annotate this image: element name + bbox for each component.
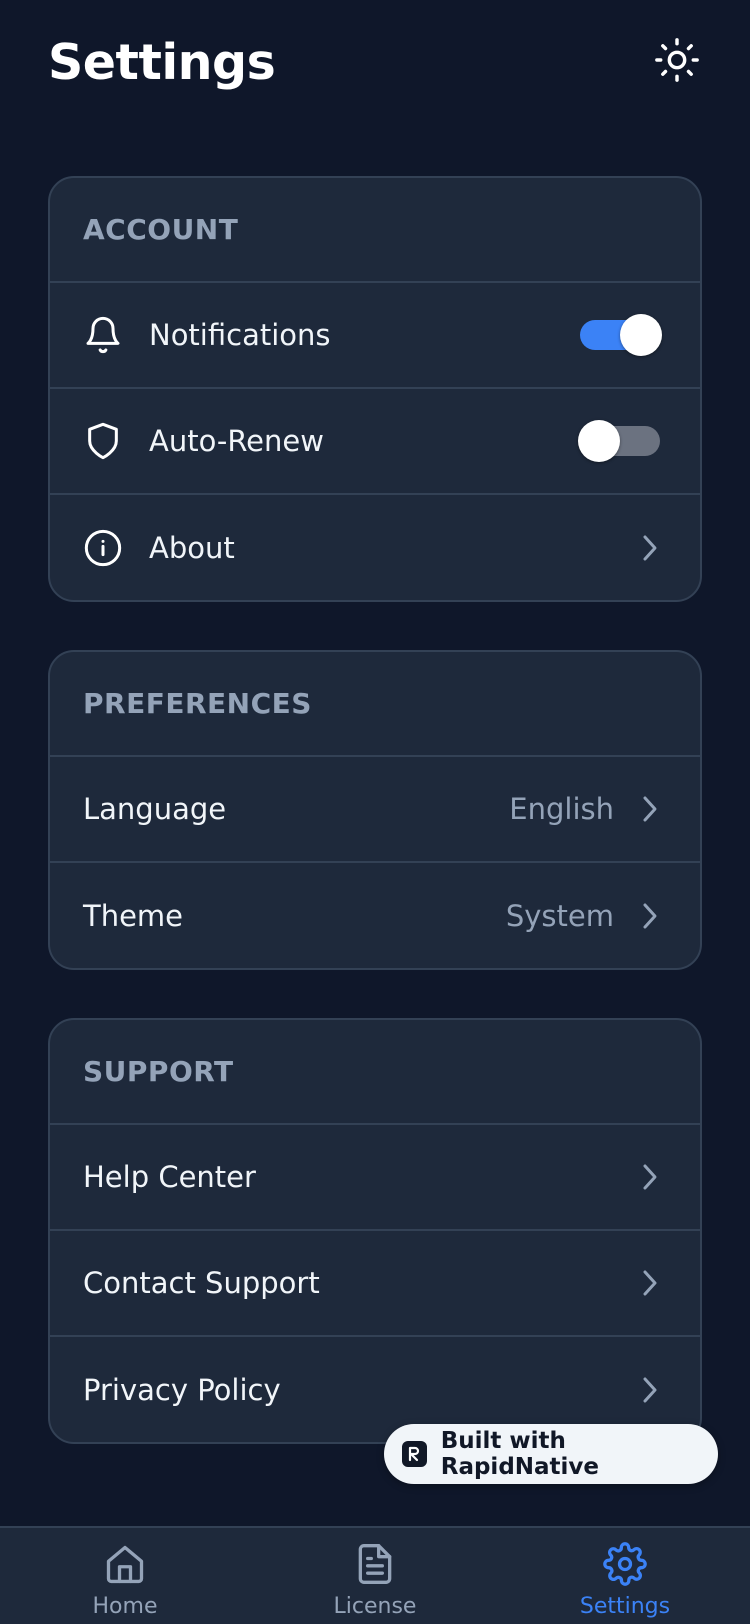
about-label: About bbox=[149, 531, 235, 565]
theme-row[interactable]: Theme System bbox=[50, 863, 700, 968]
rapidnative-logo-icon bbox=[402, 1441, 427, 1467]
theme-value: System bbox=[505, 899, 614, 933]
chevron-right-icon bbox=[640, 901, 660, 931]
about-row[interactable]: About bbox=[50, 495, 700, 600]
page-title: Settings bbox=[48, 34, 276, 91]
preferences-section: PREFERENCES Language English Theme Syste… bbox=[48, 650, 702, 970]
tab-license[interactable]: License bbox=[275, 1528, 475, 1624]
settings-screen: Settings ACCOUNT Notifications Auto-Rene… bbox=[0, 0, 750, 1624]
tab-label: Home bbox=[92, 1594, 158, 1619]
language-row[interactable]: Language English bbox=[50, 757, 700, 863]
section-title: SUPPORT bbox=[83, 1055, 234, 1088]
document-icon bbox=[353, 1542, 397, 1586]
built-with-badge[interactable]: Built with RapidNative bbox=[384, 1424, 718, 1484]
support-section: SUPPORT Help Center Contact Support Priv… bbox=[48, 1018, 702, 1444]
chevron-right-icon bbox=[640, 533, 660, 563]
toggle-knob bbox=[620, 314, 662, 356]
auto-renew-label: Auto-Renew bbox=[149, 424, 324, 458]
help-center-row[interactable]: Help Center bbox=[50, 1125, 700, 1231]
tab-settings[interactable]: Settings bbox=[525, 1528, 725, 1624]
info-icon bbox=[83, 528, 123, 568]
contact-support-label: Contact Support bbox=[83, 1266, 320, 1300]
chevron-right-icon bbox=[640, 1375, 660, 1405]
privacy-policy-label: Privacy Policy bbox=[83, 1373, 281, 1407]
account-section-header: ACCOUNT bbox=[50, 178, 700, 283]
bottom-tab-bar: Home License Settings bbox=[0, 1526, 750, 1624]
auto-renew-toggle[interactable] bbox=[578, 420, 660, 462]
section-title: PREFERENCES bbox=[83, 687, 312, 720]
theme-toggle-button[interactable] bbox=[652, 37, 702, 87]
notifications-label: Notifications bbox=[149, 318, 331, 352]
shield-icon bbox=[83, 421, 123, 461]
language-value: English bbox=[509, 792, 614, 826]
language-label: Language bbox=[83, 792, 227, 826]
toggle-knob bbox=[578, 420, 620, 462]
bell-icon bbox=[83, 315, 123, 355]
header: Settings bbox=[48, 30, 702, 100]
sun-icon bbox=[654, 37, 700, 87]
gear-icon bbox=[603, 1542, 647, 1586]
support-section-header: SUPPORT bbox=[50, 1020, 700, 1125]
notifications-row[interactable]: Notifications bbox=[50, 283, 700, 389]
help-center-label: Help Center bbox=[83, 1160, 256, 1194]
section-title: ACCOUNT bbox=[83, 213, 239, 246]
tab-home[interactable]: Home bbox=[25, 1528, 225, 1624]
contact-support-row[interactable]: Contact Support bbox=[50, 1231, 700, 1337]
chevron-right-icon bbox=[640, 794, 660, 824]
home-icon bbox=[103, 1542, 147, 1586]
tab-label: Settings bbox=[579, 1594, 671, 1619]
theme-label: Theme bbox=[83, 899, 184, 933]
badge-label: Built with RapidNative bbox=[440, 1428, 600, 1480]
tab-label: License bbox=[333, 1594, 417, 1619]
chevron-right-icon bbox=[640, 1162, 660, 1192]
notifications-toggle[interactable] bbox=[580, 314, 662, 356]
auto-renew-row[interactable]: Auto-Renew bbox=[50, 389, 700, 495]
account-section: ACCOUNT Notifications Auto-Renew About bbox=[48, 176, 702, 602]
chevron-right-icon bbox=[640, 1268, 660, 1298]
preferences-section-header: PREFERENCES bbox=[50, 652, 700, 757]
